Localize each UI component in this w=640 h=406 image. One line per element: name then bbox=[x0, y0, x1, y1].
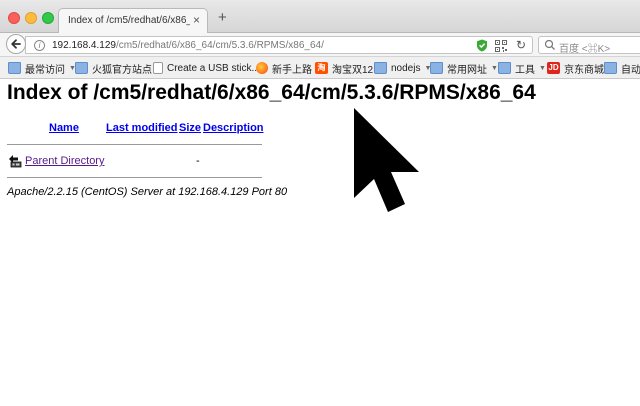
back-folder-icon bbox=[9, 155, 22, 168]
parent-directory-size: - bbox=[196, 155, 200, 167]
url-path: /cm5/redhat/6/x86_64/cm/5.3.6/RPMS/x86_6… bbox=[115, 40, 324, 51]
bookmark-taobao[interactable]: 淘 淘宝双12 bbox=[315, 60, 373, 76]
search-input[interactable]: 百度 <⌘K> bbox=[538, 36, 640, 55]
search-placeholder: 百度 <⌘K> bbox=[559, 44, 611, 55]
navigation-bar: i 192.168.4.129/cm5/redhat/6/x86_64/cm/5… bbox=[0, 33, 640, 57]
cursor-arrow-icon bbox=[349, 103, 424, 217]
column-header-last-modified[interactable]: Last modified bbox=[106, 122, 178, 134]
server-signature: Apache/2.2.15 (CentOS) Server at 192.168… bbox=[7, 186, 288, 198]
minimize-window-button[interactable] bbox=[25, 12, 37, 24]
bookmark-label: 自动化 bbox=[621, 64, 640, 76]
page-content: Index of /cm5/redhat/6/x86_64/cm/5.3.6/R… bbox=[0, 79, 640, 406]
back-arrow-icon bbox=[11, 39, 21, 49]
folder-icon bbox=[604, 62, 617, 74]
folder-icon bbox=[430, 62, 443, 74]
bookmark-label: 新手上路 bbox=[272, 64, 312, 76]
url-host: 192.168.4.129 bbox=[52, 40, 116, 51]
bookmarks-bar: 最常访问 ▼ 火狐官方站点 ▼ Create a USB stick... 新手… bbox=[0, 57, 640, 79]
chevron-down-icon: ▼ bbox=[491, 64, 498, 72]
url-text[interactable]: 192.168.4.129/cm5/redhat/6/x86_64/cm/5.3… bbox=[52, 40, 324, 51]
bookmark-label: nodejs bbox=[391, 62, 421, 74]
page-title: Index of /cm5/redhat/6/x86_64/cm/5.3.6/R… bbox=[7, 81, 536, 104]
bookmark-label: Create a USB stick... bbox=[167, 62, 260, 74]
parent-directory-link[interactable]: Parent Directory bbox=[25, 155, 104, 167]
divider bbox=[7, 177, 262, 178]
bookmark-label: 淘宝双12 bbox=[332, 64, 374, 76]
bookmark-common-sites[interactable]: 常用网址 ▼ bbox=[430, 60, 498, 76]
page-icon bbox=[153, 62, 163, 74]
bookmark-getting-started[interactable]: 新手上路 bbox=[256, 60, 312, 76]
bookmark-label: 工具 bbox=[515, 64, 535, 76]
bookmark-firefox-official[interactable]: 火狐官方站点 ▼ bbox=[75, 60, 163, 76]
bookmark-label: 火狐官方站点 bbox=[92, 64, 152, 76]
back-button[interactable] bbox=[6, 34, 26, 54]
bookmark-label: 最常访问 bbox=[25, 64, 65, 76]
folder-icon bbox=[374, 62, 387, 74]
shield-icon[interactable] bbox=[476, 39, 488, 52]
jd-icon: JD bbox=[547, 62, 560, 74]
bookmark-label: 常用网址 bbox=[447, 64, 487, 76]
url-bar[interactable]: i 192.168.4.129/cm5/redhat/6/x86_64/cm/5… bbox=[25, 36, 533, 54]
firefox-icon bbox=[256, 62, 268, 74]
info-icon[interactable]: i bbox=[34, 40, 45, 51]
column-header-name[interactable]: Name bbox=[49, 122, 79, 134]
bookmark-most-visited[interactable]: 最常访问 ▼ bbox=[8, 60, 76, 76]
column-header-size[interactable]: Size bbox=[179, 122, 201, 134]
close-window-button[interactable] bbox=[8, 12, 20, 24]
tab-close-icon[interactable]: × bbox=[193, 13, 200, 27]
bookmark-label: 京东商城 bbox=[564, 64, 604, 76]
folder-icon bbox=[8, 62, 21, 74]
new-tab-button[interactable]: + bbox=[218, 10, 227, 26]
zoom-window-button[interactable] bbox=[42, 12, 54, 24]
bookmark-tools[interactable]: 工具 ▼ bbox=[498, 60, 546, 76]
folder-icon bbox=[498, 62, 511, 74]
column-header-description[interactable]: Description bbox=[203, 122, 264, 134]
qr-code-icon[interactable] bbox=[495, 40, 507, 52]
bookmark-automation[interactable]: 自动化 bbox=[604, 60, 640, 76]
tab-title: Index of /cm5/redhat/6/x86_64... bbox=[68, 15, 190, 26]
folder-icon bbox=[75, 62, 88, 74]
bookmark-jd[interactable]: JD 京东商城 bbox=[547, 60, 604, 76]
search-icon bbox=[544, 39, 555, 50]
tab-active[interactable]: Index of /cm5/redhat/6/x86_64... × bbox=[58, 8, 208, 34]
bookmark-usb-stick[interactable]: Create a USB stick... bbox=[153, 60, 260, 76]
bookmark-nodejs[interactable]: nodejs ▼ bbox=[374, 60, 431, 76]
reload-icon[interactable]: ↻ bbox=[516, 38, 526, 52]
title-bar: Index of /cm5/redhat/6/x86_64... × + bbox=[0, 0, 640, 34]
divider bbox=[7, 144, 262, 145]
chevron-down-icon: ▼ bbox=[539, 64, 546, 72]
taobao-icon: 淘 bbox=[315, 62, 328, 74]
